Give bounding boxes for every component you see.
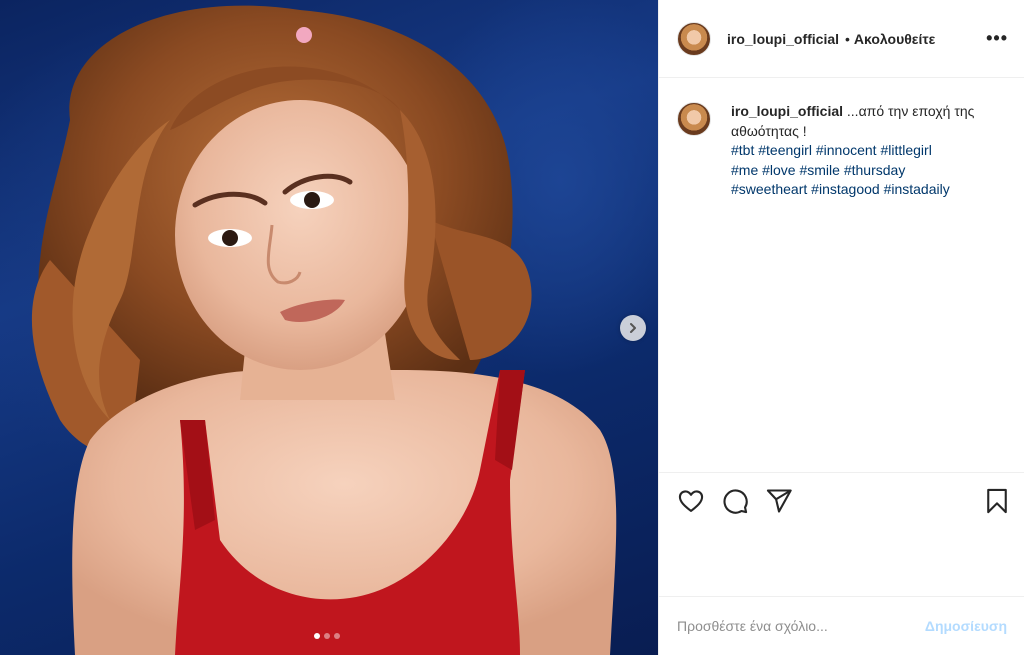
comment-button[interactable] <box>721 487 749 515</box>
caption-avatar[interactable] <box>677 102 711 136</box>
heart-icon <box>678 490 704 512</box>
bookmark-icon <box>987 488 1007 514</box>
caption: iro_loupi_official ...από την εποχή της … <box>659 78 1024 200</box>
caption-body: iro_loupi_official ...από την εποχή της … <box>731 102 1006 200</box>
post-header: iro_loupi_official • Ακολουθείτε ••• <box>659 0 1024 78</box>
following-button[interactable]: Ακολουθείτε <box>854 31 935 47</box>
save-button[interactable] <box>983 487 1011 515</box>
hashtag[interactable]: #me <box>731 162 758 178</box>
hashtag[interactable]: #instagood <box>811 181 880 197</box>
post-photo[interactable] <box>0 0 658 655</box>
add-comment-bar: Δημοσίευση <box>659 596 1024 655</box>
portrait-image <box>31 5 617 655</box>
like-button[interactable] <box>677 487 705 515</box>
hashtag[interactable]: #teengirl <box>758 142 812 158</box>
caption-username[interactable]: iro_loupi_official <box>731 103 843 119</box>
hashtag[interactable]: #instadaily <box>884 181 950 197</box>
post-side-panel: iro_loupi_official • Ακολουθείτε ••• iro… <box>658 0 1024 655</box>
carousel-next-button[interactable] <box>620 315 646 341</box>
carousel-dot-active <box>314 633 320 639</box>
hashtag[interactable]: #innocent <box>816 142 877 158</box>
post-comment-button[interactable]: Δημοσίευση <box>925 618 1007 634</box>
carousel-indicator <box>314 633 340 639</box>
hashtag[interactable]: #tbt <box>731 142 754 158</box>
comment-input[interactable] <box>677 618 925 634</box>
header-username[interactable]: iro_loupi_official <box>727 31 839 47</box>
post-actions <box>659 472 1024 530</box>
more-options-icon[interactable]: ••• <box>986 28 1008 49</box>
share-icon <box>766 489 792 513</box>
share-button[interactable] <box>765 487 793 515</box>
carousel-dot <box>334 633 340 639</box>
follow-separator: • <box>845 30 850 47</box>
chevron-right-icon <box>630 323 636 333</box>
hashtag[interactable]: #love <box>762 162 795 178</box>
hashtag[interactable]: #smile <box>799 162 839 178</box>
hashtag[interactable]: #sweetheart <box>731 181 807 197</box>
avatar[interactable] <box>677 21 711 56</box>
hashtag[interactable]: #thursday <box>844 162 905 178</box>
hashtag-list: #tbt #teengirl #innocent #littlegirl #me… <box>731 141 1006 200</box>
carousel-dot <box>324 633 330 639</box>
hashtag[interactable]: #littlegirl <box>880 142 931 158</box>
comment-icon <box>723 489 748 514</box>
